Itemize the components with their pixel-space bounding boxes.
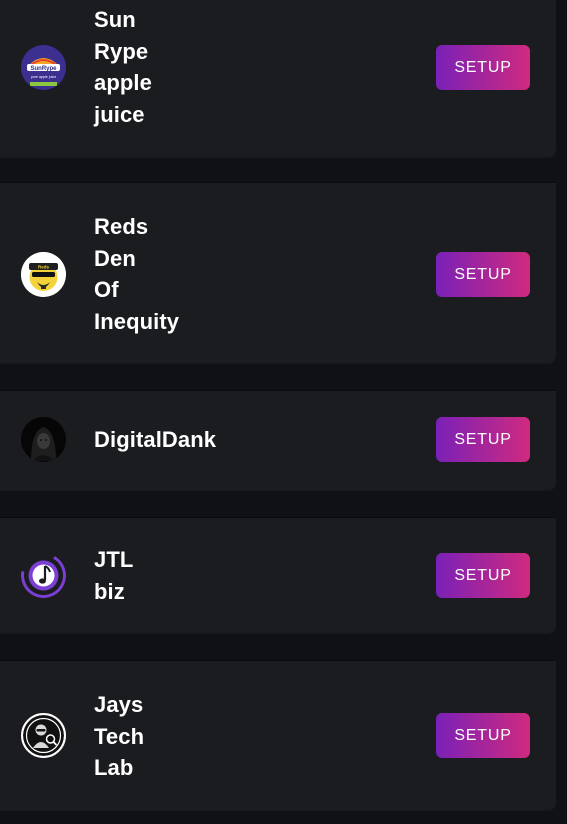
channel-card: DigitalDank SETUP [0,391,556,490]
setup-button[interactable]: SETUP [436,713,530,758]
music-note-icon [21,553,66,598]
channel-name: Sun Rype apple juice [94,7,152,127]
channel-list: SunRype pure apple juice Sun Rype apple … [0,0,567,824]
channel-name: Reds Den Of Inequity [94,214,180,334]
setup-button[interactable]: SETUP [436,252,530,297]
channel-card: Reds Reds Den Of Inequity SETUP [0,183,556,363]
channel-name: DigitalDank [94,427,217,452]
reds-den-avatar-icon: Reds [21,252,66,297]
jays-tech-lab-logo-icon [23,715,64,756]
channel-avatar [21,553,66,598]
sunrype-sub-text: pure apple juice [31,75,56,79]
hooded-figure-icon [21,417,66,462]
channel-card: SunRype pure apple juice Sun Rype apple … [0,0,556,157]
sunrype-logo-icon: SunRype pure apple juice [21,45,66,90]
channel-name: Jays Tech Lab [94,692,145,780]
channel-card: JTL biz SETUP [0,518,556,633]
channel-avatar: SunRype pure apple juice [21,45,66,90]
reds-hat-text: Reds [38,265,50,270]
channel-avatar [21,417,66,462]
setup-button[interactable]: SETUP [436,45,530,90]
setup-button[interactable]: SETUP [436,417,530,462]
channel-name: JTL biz [94,547,134,604]
setup-button[interactable]: SETUP [436,553,530,598]
channel-avatar [21,713,66,758]
channel-avatar: Reds [21,252,66,297]
sunrype-logo-text: SunRype [30,66,57,72]
channel-card: Jays Tech Lab SETUP [0,661,556,810]
